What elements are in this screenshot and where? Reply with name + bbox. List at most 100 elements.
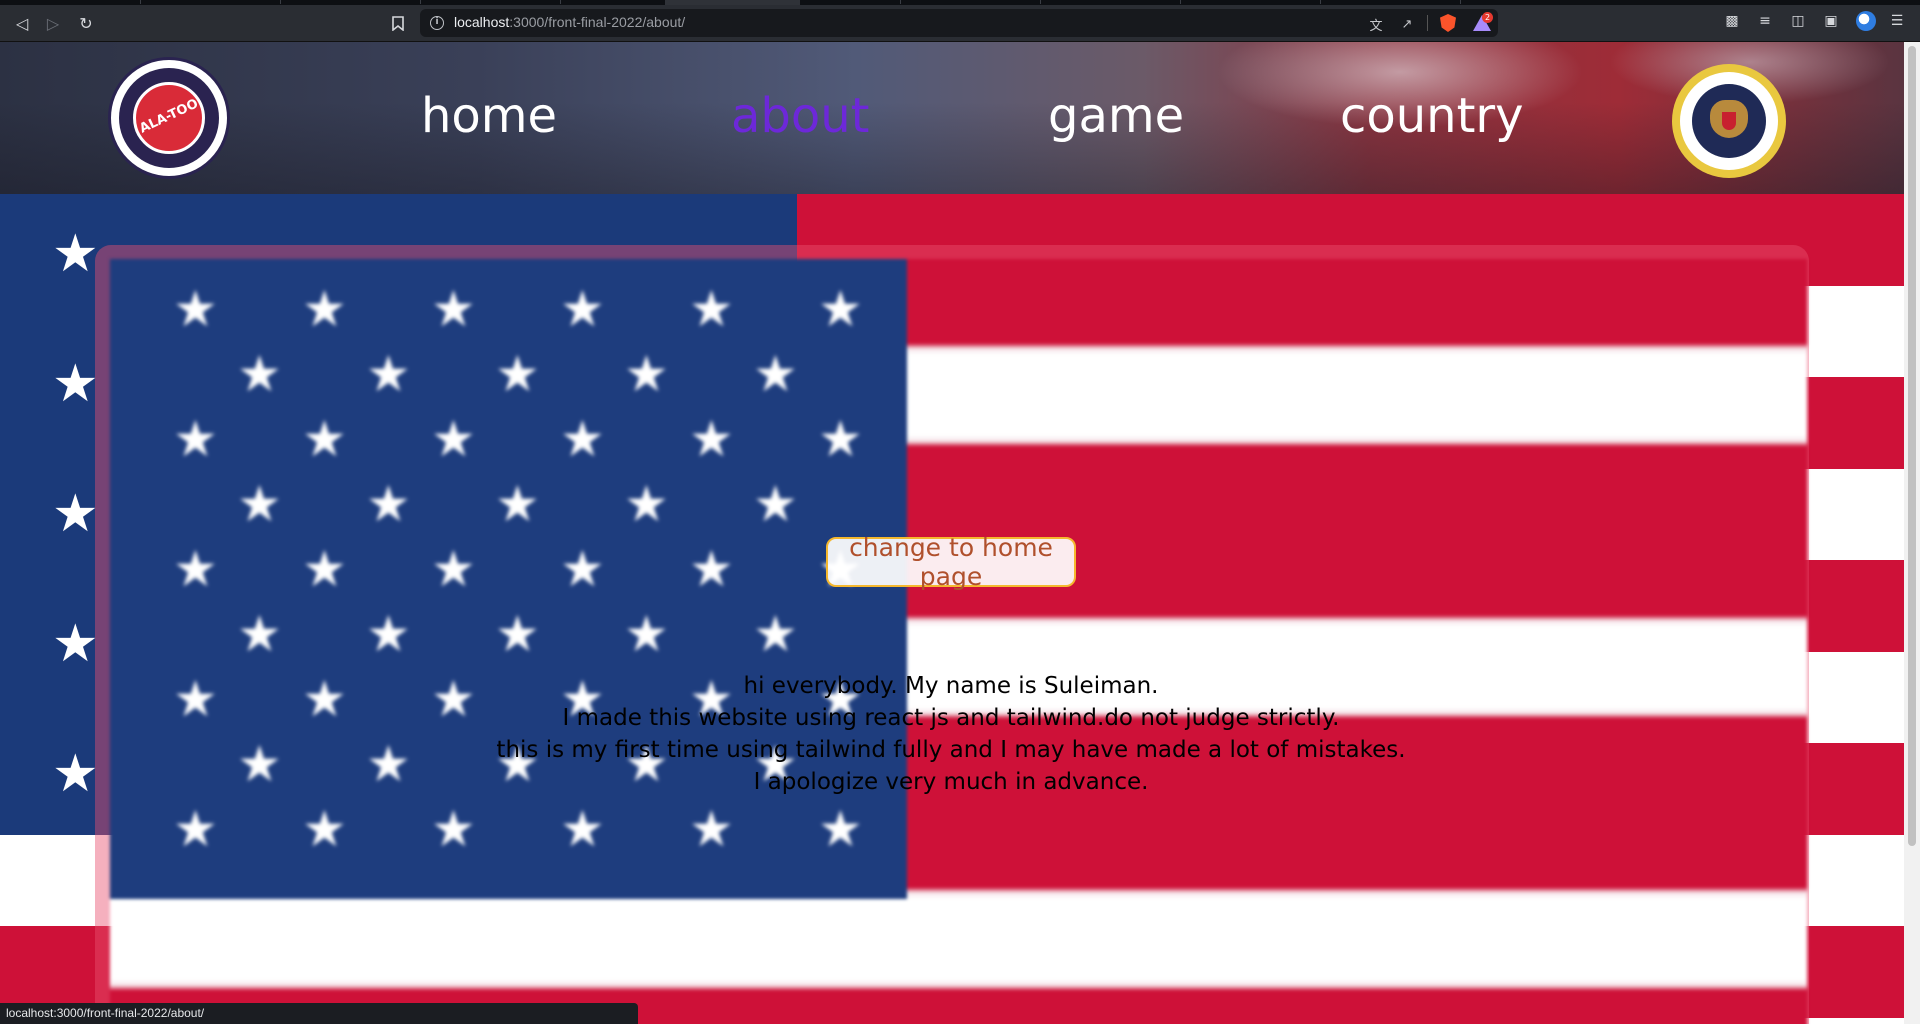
star-icon: ★ (753, 475, 798, 533)
about-line: I made this website using react js and t… (562, 705, 1340, 731)
translate-icon[interactable]: 文 (1367, 15, 1385, 34)
logo-text: ALA-TOO (137, 96, 201, 137)
star-icon: ★ (753, 605, 798, 663)
star-icon: ★ (431, 800, 476, 858)
about-text: hi everybody. My name is Suleiman. I mad… (300, 670, 1602, 798)
tab-separator (1180, 0, 1181, 4)
presidential-seal-logo[interactable] (1672, 64, 1786, 178)
star-icon: ★ (753, 345, 798, 403)
star-icon: ★ (52, 224, 99, 284)
tab-separator (1460, 0, 1461, 4)
star-icon: ★ (366, 475, 411, 533)
star-icon: ★ (302, 540, 347, 598)
star-icon: ★ (431, 280, 476, 338)
star-icon: ★ (173, 280, 218, 338)
star-icon: ★ (52, 614, 99, 674)
star-icon: ★ (52, 354, 99, 414)
info-icon[interactable]: i (430, 16, 444, 30)
url-host: localhost (454, 14, 510, 30)
star-icon: ★ (302, 410, 347, 468)
shield-icon (1722, 112, 1736, 130)
star-icon: ★ (237, 605, 282, 663)
star-icon: ★ (495, 605, 540, 663)
star-icon: ★ (624, 475, 669, 533)
card-flag-canton: ★ ★ ★ ★ ★ ★ ★ ★ ★ ★ ★ ★ ★ ★ ★ ★ ★ ★ ★ ★ ★ ★ ★ ★ ★ ★ ★ ★ ★ ★ ★ ★ ★ ★ ★ ★ ★ ★ ★ ★… (110, 259, 907, 899)
playlist-icon[interactable]: ≡ (1755, 11, 1775, 31)
nav-about-link[interactable]: about (731, 92, 870, 140)
star-icon: ★ (495, 345, 540, 403)
status-bar: localhost:3000/front-final-2022/about/ (0, 1003, 638, 1024)
reload-button[interactable]: ↻ (74, 11, 98, 35)
star-icon: ★ (237, 345, 282, 403)
tab-separator (140, 0, 141, 4)
arrow-right-icon: ▷ (46, 13, 60, 33)
forward-button[interactable]: ▷ (41, 11, 65, 35)
page-scrollbar[interactable] (1904, 42, 1920, 1024)
star-icon: ★ (366, 345, 411, 403)
change-to-home-button[interactable]: change to home page (826, 533, 1076, 591)
star-icon: ★ (560, 280, 605, 338)
url-path: :3000/front-final-2022/about/ (509, 14, 686, 30)
tab-separator (1040, 0, 1041, 4)
tab-separator (1320, 0, 1321, 4)
star-icon: ★ (237, 735, 282, 793)
bookmark-icon (392, 15, 404, 31)
reload-icon: ↻ (79, 13, 93, 33)
star-icon: ★ (173, 670, 218, 728)
star-icon: ★ (237, 475, 282, 533)
star-icon: ★ (52, 744, 99, 804)
address-bar[interactable]: i localhost:3000/front-final-2022/about/… (420, 9, 1498, 37)
puzzle-icon[interactable]: ▩ (1722, 11, 1742, 31)
logo-core: ALA-TOO (133, 82, 205, 154)
about-card-flag: ★ ★ ★ ★ ★ ★ ★ ★ ★ ★ ★ ★ ★ ★ ★ ★ ★ ★ ★ ★ ★ ★ ★ ★ ★ ★ ★ ★ ★ ★ ★ ★ ★ ★ ★ ★ ★ ★ ★ ★… (110, 259, 1807, 1024)
star-icon: ★ (818, 280, 863, 338)
ala-too-logo[interactable]: ALA-TOO (108, 57, 230, 179)
star-icon: ★ (431, 410, 476, 468)
bookmark-button[interactable] (386, 11, 410, 35)
star-icon: ★ (560, 540, 605, 598)
nav-home-link[interactable]: home (421, 92, 557, 140)
brave-shield-icon[interactable] (1440, 14, 1456, 32)
arrow-left-icon: ◁ (15, 13, 29, 33)
rewards-badge: 2 (1482, 12, 1493, 23)
star-icon: ★ (431, 540, 476, 598)
browser-toolbar: ◁ ▷ ↻ i localhost:3000/front-final-2022/… (0, 5, 1920, 42)
star-icon: ★ (689, 280, 734, 338)
url-text[interactable]: localhost:3000/front-final-2022/about/ (454, 14, 685, 30)
star-icon: ★ (560, 410, 605, 468)
scrollbar-thumb[interactable] (1908, 46, 1916, 846)
star-icon: ★ (52, 484, 99, 544)
tab-separator (420, 0, 421, 4)
star-icon: ★ (689, 540, 734, 598)
star-icon: ★ (495, 475, 540, 533)
wallet-icon[interactable]: ▣ (1821, 11, 1841, 31)
star-icon: ★ (624, 345, 669, 403)
star-icon: ★ (689, 410, 734, 468)
page-viewport: ★ ★ ★ ★ ★ ALA-TOO home about game countr… (0, 42, 1904, 1024)
nav-country-link[interactable]: country (1340, 92, 1524, 140)
star-icon: ★ (173, 800, 218, 858)
star-icon: ★ (302, 800, 347, 858)
back-button[interactable]: ◁ (10, 11, 34, 35)
tab-separator (900, 0, 901, 4)
sidebar-icon[interactable]: ◫ (1788, 11, 1808, 31)
menu-icon[interactable]: ☰ (1887, 11, 1907, 31)
header-backdrop (0, 102, 1904, 194)
tab-separator (280, 0, 281, 4)
star-icon: ★ (818, 410, 863, 468)
about-line: hi everybody. My name is Suleiman. (743, 673, 1159, 699)
star-icon: ★ (173, 540, 218, 598)
star-icon: ★ (818, 800, 863, 858)
share-icon[interactable]: ↗ (1398, 15, 1416, 33)
about-line: this is my first time using tailwind ful… (496, 737, 1406, 763)
star-icon: ★ (624, 605, 669, 663)
star-icon: ★ (560, 800, 605, 858)
star-icon: ★ (689, 800, 734, 858)
nav-game-link[interactable]: game (1048, 92, 1184, 140)
profile-icon[interactable] (1856, 11, 1876, 31)
address-divider (1427, 15, 1428, 31)
tab-separator (560, 0, 561, 4)
star-icon: ★ (173, 410, 218, 468)
about-line: I apologize very much in advance. (753, 769, 1149, 795)
site-header: ALA-TOO home about game country (0, 42, 1904, 194)
